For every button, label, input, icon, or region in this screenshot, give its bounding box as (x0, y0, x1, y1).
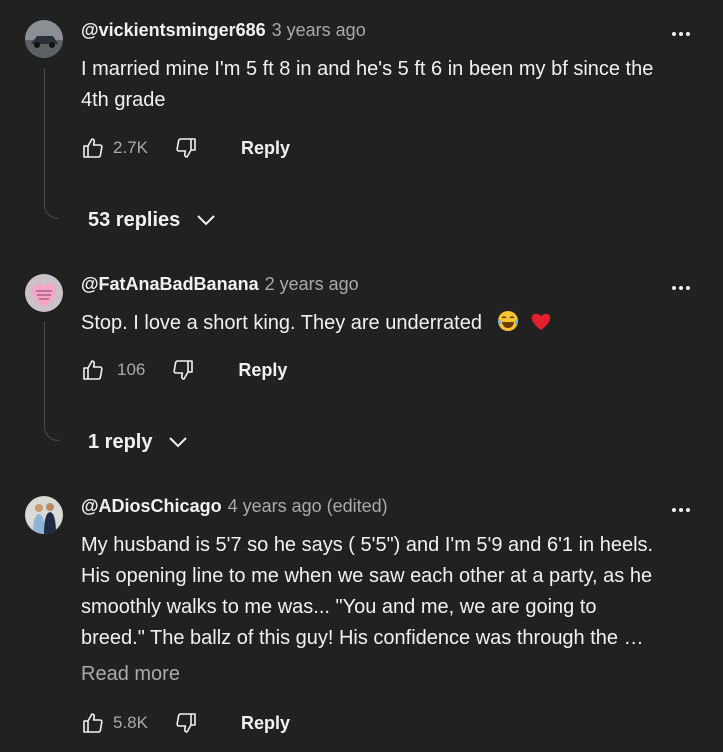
author-handle[interactable]: @vickientsminger686 (81, 20, 266, 41)
comment-actions: 106 Reply (81, 355, 287, 385)
comment-actions: 2.7K Reply (81, 133, 290, 163)
thumbs-down-icon[interactable] (174, 711, 198, 735)
thumbs-down-icon[interactable] (171, 358, 195, 382)
laughing-tears-emoji-icon (496, 309, 520, 333)
thread-line (44, 322, 59, 441)
comment-line: I married mine I'm 5 ft 8 in and he's 5 … (81, 58, 654, 80)
comment-text: Stop. I love a short king. They are unde… (81, 308, 711, 339)
comment-line: 4th grade (81, 89, 166, 111)
like-count: 106 (117, 360, 146, 379)
comment-line: My husband is 5'7 so he says ( 5'5") and… (81, 534, 654, 556)
author-handle[interactable]: @FatAnaBadBanana (81, 274, 259, 295)
read-more-link[interactable]: Read more (81, 663, 180, 686)
avatar[interactable] (25, 20, 63, 58)
thumbs-down-icon[interactable] (174, 136, 198, 160)
comment-line: His opening line to me when we saw each … (81, 565, 653, 587)
author-handle[interactable]: @ADiosChicago (81, 496, 222, 517)
replies-count: 53 replies (88, 208, 181, 231)
chevron-down-icon (194, 208, 218, 232)
more-actions-button[interactable] (666, 278, 696, 298)
timestamp[interactable]: 4 years ago (edited) (228, 496, 388, 517)
comment-line: smoothly walks to me was... "You and me,… (81, 596, 597, 618)
reply-button[interactable]: Reply (241, 138, 290, 159)
comment-header: @FatAnaBadBanana 2 years ago (81, 274, 359, 298)
thread-line (44, 68, 59, 219)
like-count: 2.7K (113, 138, 148, 157)
thumbs-up-icon[interactable] (81, 358, 105, 382)
comment-text: I married mine I'm 5 ft 8 in and he's 5 … (81, 54, 711, 116)
avatar[interactable] (25, 274, 63, 312)
comment-header: @ADiosChicago 4 years ago (edited) (81, 496, 388, 520)
comment-text: My husband is 5'7 so he says ( 5'5") and… (81, 530, 711, 654)
comment-line: Stop. I love a short king. They are unde… (81, 312, 482, 334)
view-replies-button[interactable]: 53 replies (88, 205, 218, 235)
more-actions-button[interactable] (666, 24, 696, 44)
reply-button[interactable]: Reply (238, 360, 287, 381)
timestamp[interactable]: 3 years ago (272, 20, 366, 41)
comment-actions: 5.8K Reply (81, 708, 290, 738)
thumbs-up-icon[interactable] (81, 711, 105, 735)
thumbs-up-icon[interactable] (81, 136, 105, 160)
chevron-down-icon (166, 430, 190, 454)
more-actions-button[interactable] (666, 500, 696, 520)
timestamp[interactable]: 2 years ago (265, 274, 359, 295)
comment-header: @vickientsminger686 3 years ago (81, 20, 366, 44)
replies-count: 1 reply (88, 430, 153, 453)
like-count: 5.8K (113, 713, 148, 732)
reply-button[interactable]: Reply (241, 713, 290, 734)
comment-line: breed." The ballz of this guy! His confi… (81, 627, 644, 649)
view-replies-button[interactable]: 1 reply (88, 427, 190, 457)
red-heart-emoji-icon (529, 309, 553, 333)
avatar[interactable] (25, 496, 63, 534)
